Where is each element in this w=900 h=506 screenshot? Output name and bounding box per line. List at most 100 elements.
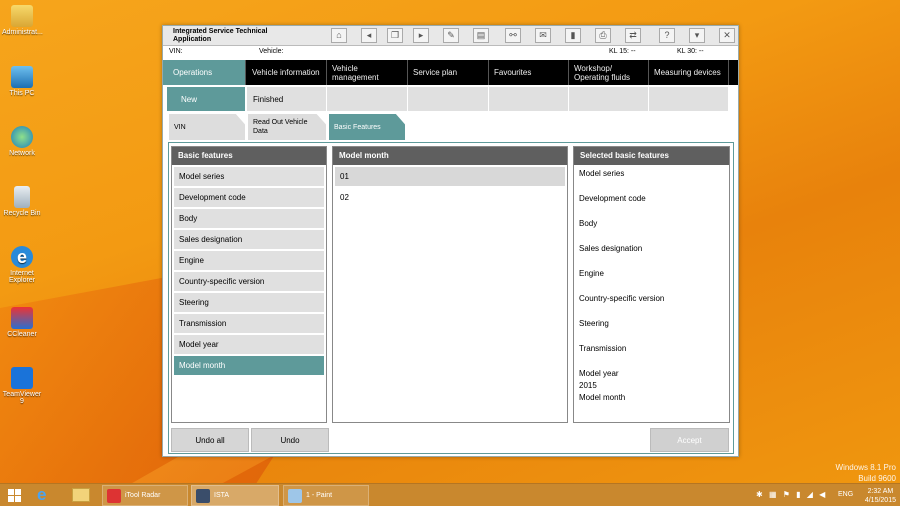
forward-icon[interactable]: ▸ (413, 28, 429, 43)
back-icon[interactable]: ◂ (361, 28, 377, 43)
list-item: Country-specific version (579, 294, 665, 303)
list-item: Development code (579, 194, 646, 203)
list-item[interactable]: Country-specific version (174, 272, 324, 291)
id-card-icon[interactable]: ▤ (473, 28, 489, 43)
list-item[interactable]: Model year (174, 335, 324, 354)
list-item: Transmission (579, 344, 627, 353)
desktop-icon-teamviewer[interactable]: TeamViewer 9 (2, 367, 42, 405)
undo-button[interactable]: Undo (251, 428, 329, 452)
subtab-vin[interactable]: VIN (169, 114, 245, 140)
tab-empty (489, 87, 569, 111)
home-icon[interactable]: ⌂ (331, 28, 347, 43)
list-item[interactable]: Sales designation (174, 230, 324, 249)
accept-button[interactable]: Accept (650, 428, 729, 452)
tab-service-plan[interactable]: Service plan (408, 60, 489, 85)
basic-features-content: Basic features Model series Development … (168, 142, 734, 454)
tab-measuring-devices[interactable]: Measuring devices (649, 60, 729, 85)
close-icon[interactable]: ✕ (719, 28, 735, 43)
taskbar-paint[interactable]: 1 - Paint (283, 485, 369, 506)
list-item: Model month (579, 393, 626, 402)
tab-finished[interactable]: Finished (247, 87, 327, 111)
basic-features-panel: Basic features Model series Development … (171, 146, 327, 423)
wifi-icon[interactable]: ◢ (807, 490, 813, 499)
subtab-read-out-vehicle-data[interactable]: Read Out Vehicle Data (248, 114, 326, 140)
volume-icon[interactable]: ◀ (819, 490, 825, 499)
taskbar-itool-radar[interactable]: iTool Radar (102, 485, 188, 506)
computer-icon (11, 66, 33, 88)
paint-icon (288, 488, 302, 503)
ista-icon (196, 488, 210, 503)
app-title: Integrated Service Technical Application (173, 28, 268, 43)
basic-features-header: Basic features (172, 147, 326, 165)
battery-icon[interactable]: ▮ (796, 490, 800, 499)
bluetooth-icon[interactable]: ✱ (756, 490, 763, 499)
tab-empty (649, 87, 729, 111)
list-item[interactable]: Engine (174, 251, 324, 270)
vehicle-label: Vehicle: (259, 48, 284, 55)
ccleaner-icon (11, 307, 33, 329)
language-indicator[interactable]: ENG (838, 491, 853, 498)
mail-icon[interactable]: ✉ (535, 28, 551, 43)
tab-operations[interactable]: Operations (163, 60, 246, 85)
list-item-selected[interactable]: 01 (335, 167, 565, 186)
recycle-bin-icon (14, 186, 30, 208)
vin-label: VIN: (169, 48, 183, 55)
tab-workshop-operating-fluids[interactable]: Workshop/ Operating fluids (569, 60, 649, 85)
tab-empty (327, 87, 408, 111)
list-item[interactable]: Transmission (174, 314, 324, 333)
list-item[interactable]: Steering (174, 293, 324, 312)
list-item: Sales designation (579, 244, 643, 253)
list-item[interactable]: Development code (174, 188, 324, 207)
tab-vehicle-management[interactable]: Vehicle management (327, 60, 408, 85)
desktop-icon-administrator[interactable]: Administrat... (2, 5, 43, 36)
transfer-icon[interactable]: ⇄ (625, 28, 641, 43)
list-item: Model series (579, 169, 625, 178)
tray-icons[interactable]: ✱ ▦ ⚑ ▮ ◢ ◀ (756, 490, 825, 499)
list-item-selected[interactable]: Model month (174, 356, 324, 375)
network-globe-icon (11, 126, 33, 148)
list-item[interactable]: Body (174, 209, 324, 228)
model-year-value: 2015 (579, 381, 597, 390)
tab-favourites[interactable]: Favourites (489, 60, 569, 85)
minimize-icon[interactable]: ▾ (689, 28, 705, 43)
main-navigation: Operations Vehicle information Vehicle m… (163, 60, 738, 85)
desktop-icon-internet-explorer[interactable]: e Internet Explorer (2, 246, 42, 284)
selected-features-panel: Selected basic features Model series Dev… (573, 146, 730, 423)
taskbar-ista[interactable]: ISTA (191, 485, 279, 506)
list-item[interactable]: 02 (335, 188, 565, 207)
windows-start-icon[interactable] (8, 489, 22, 502)
internet-explorer-icon[interactable]: e (37, 486, 55, 504)
kl30-status: KL 30: -- (677, 48, 704, 55)
undo-all-button[interactable]: Undo all (171, 428, 249, 452)
list-item[interactable]: Model series (174, 167, 324, 186)
model-month-panel: Model month 01 02 (332, 146, 568, 423)
network-icon[interactable]: ▦ (769, 490, 777, 499)
tab-new[interactable]: New (167, 87, 246, 111)
link-icon[interactable]: ⚯ (505, 28, 521, 43)
help-icon[interactable]: ? (659, 28, 675, 43)
process-tabs: VIN Read Out Vehicle Data Basic Features (163, 114, 738, 140)
ista-window: Integrated Service Technical Application… (162, 25, 739, 457)
list-item: Body (579, 219, 598, 228)
desktop-icon-network[interactable]: Network (2, 126, 42, 157)
subtab-basic-features[interactable]: Basic Features (329, 114, 405, 140)
desktop-icon-this-pc[interactable]: This PC (2, 66, 42, 97)
title-bar: Integrated Service Technical Application… (163, 26, 738, 46)
file-explorer-icon[interactable] (72, 488, 90, 502)
user-folder-icon (11, 5, 33, 27)
flag-icon[interactable]: ⚑ (783, 490, 790, 499)
copy-icon[interactable]: ❐ (387, 28, 403, 43)
taskbar: e iTool Radar ISTA 1 - Paint ✱ ▦ ⚑ ▮ ◢ ◀… (0, 483, 900, 506)
desktop-icon-ccleaner[interactable]: CCleaner (2, 307, 42, 338)
tab-empty (408, 87, 489, 111)
clock[interactable]: 2:32 AM 4/15/2015 (865, 487, 896, 505)
list-item: Model year (579, 369, 619, 378)
tab-vehicle-information[interactable]: Vehicle information (247, 60, 327, 85)
windows-watermark: Windows 8.1 Pro Build 9600 (835, 463, 896, 483)
print-icon[interactable]: ⎙ (595, 28, 611, 43)
wrench-icon[interactable]: ✎ (443, 28, 459, 43)
battery-icon[interactable]: ▮ (565, 28, 581, 43)
list-item: Engine (579, 269, 604, 278)
desktop-icon-recycle-bin[interactable]: Recycle Bin (2, 186, 42, 217)
sub-navigation: New Finished (163, 85, 738, 112)
